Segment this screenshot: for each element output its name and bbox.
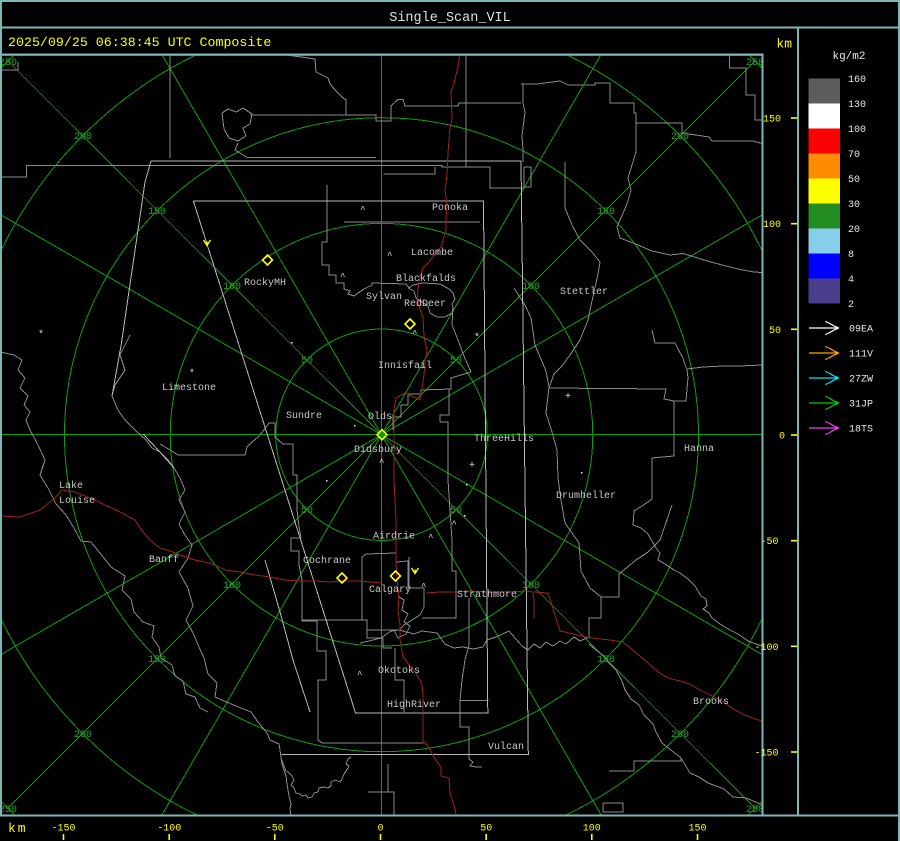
svg-text:Ponoka: Ponoka xyxy=(432,202,468,214)
svg-text:*: * xyxy=(38,329,44,341)
svg-text:kg/m2: kg/m2 xyxy=(832,51,865,63)
svg-text:130: 130 xyxy=(848,100,866,111)
svg-text:*: * xyxy=(474,332,480,344)
svg-text:100: 100 xyxy=(848,125,866,136)
svg-text:Limestone: Limestone xyxy=(162,382,216,394)
svg-text:2: 2 xyxy=(848,300,854,311)
svg-text:18TS: 18TS xyxy=(849,425,873,436)
svg-text:-100: -100 xyxy=(157,824,181,835)
svg-text:Innisfail: Innisfail xyxy=(378,360,432,372)
svg-text:250: 250 xyxy=(746,805,764,816)
svg-text:^: ^ xyxy=(340,272,345,282)
svg-text:-50: -50 xyxy=(760,537,778,548)
svg-text:150: 150 xyxy=(597,655,615,666)
svg-text:50: 50 xyxy=(301,506,313,517)
svg-text:-50: -50 xyxy=(266,824,284,835)
svg-text:200: 200 xyxy=(671,132,689,143)
svg-text:50: 50 xyxy=(450,356,462,367)
svg-text:Sylvan: Sylvan xyxy=(366,291,402,303)
svg-text:Airdrie: Airdrie xyxy=(373,531,415,543)
svg-text:70: 70 xyxy=(848,150,860,161)
svg-text:150: 150 xyxy=(688,824,706,835)
svg-text:Vulcan: Vulcan xyxy=(488,741,524,753)
svg-text:27ZW: 27ZW xyxy=(849,375,873,386)
svg-text:Lake: Lake xyxy=(59,480,83,492)
svg-text:HighRiver: HighRiver xyxy=(387,699,441,711)
svg-text:Okotoks: Okotoks xyxy=(378,665,420,677)
svg-text:Blackfalds: Blackfalds xyxy=(396,273,456,285)
svg-text:Lacombe: Lacombe xyxy=(411,247,453,259)
svg-text:8: 8 xyxy=(848,250,854,261)
svg-text:100: 100 xyxy=(223,282,241,293)
svg-text:Sundre: Sundre xyxy=(286,410,322,422)
svg-text:^: ^ xyxy=(412,329,417,339)
svg-text:ThreeHills: ThreeHills xyxy=(474,433,534,445)
svg-text:200: 200 xyxy=(74,730,92,741)
svg-text:2025/09/25 06:38:45 UTC Compos: 2025/09/25 06:38:45 UTC Composite xyxy=(8,35,271,50)
svg-text:250: 250 xyxy=(746,58,764,69)
svg-text:-150: -150 xyxy=(754,749,778,760)
svg-text:0: 0 xyxy=(779,432,785,443)
svg-text:200: 200 xyxy=(74,132,92,143)
svg-text:^: ^ xyxy=(357,670,362,680)
svg-text:0: 0 xyxy=(377,824,383,835)
svg-text:100: 100 xyxy=(522,581,540,592)
svg-text:km: km xyxy=(776,37,792,52)
svg-text:250: 250 xyxy=(0,58,17,69)
svg-text:111V: 111V xyxy=(849,350,873,361)
svg-text:100: 100 xyxy=(223,581,241,592)
svg-text:160: 160 xyxy=(848,75,866,86)
svg-text:31JP: 31JP xyxy=(849,400,873,411)
svg-text:Drumheller: Drumheller xyxy=(556,490,616,502)
svg-text:RedDeer: RedDeer xyxy=(404,298,446,310)
svg-text:+: + xyxy=(469,461,475,472)
svg-text:Calgary: Calgary xyxy=(369,584,411,596)
svg-text:200: 200 xyxy=(671,730,689,741)
svg-text:150: 150 xyxy=(148,655,166,666)
svg-text:Stettler: Stettler xyxy=(560,286,608,298)
svg-text:km: km xyxy=(8,821,28,836)
svg-text:100: 100 xyxy=(763,220,781,231)
svg-text:4: 4 xyxy=(848,275,854,286)
svg-text:Olds: Olds xyxy=(368,411,392,423)
svg-text:150: 150 xyxy=(148,207,166,218)
svg-text:RockyMH: RockyMH xyxy=(244,277,286,289)
svg-text:20: 20 xyxy=(848,225,860,236)
svg-text:Louise: Louise xyxy=(59,495,95,507)
svg-text:100: 100 xyxy=(583,824,601,835)
svg-text:09EA: 09EA xyxy=(849,325,873,336)
svg-text:Hanna: Hanna xyxy=(684,444,714,455)
svg-text:30: 30 xyxy=(848,200,860,211)
svg-text:Didsbury: Didsbury xyxy=(354,444,402,456)
svg-text:^: ^ xyxy=(452,520,457,530)
svg-text:-100: -100 xyxy=(754,643,778,654)
svg-text:250: 250 xyxy=(0,805,17,816)
svg-text:*: * xyxy=(189,368,195,380)
svg-text:150: 150 xyxy=(763,115,781,126)
svg-text:50: 50 xyxy=(450,506,462,517)
svg-text:50: 50 xyxy=(480,824,492,835)
svg-text:Strathmore: Strathmore xyxy=(457,589,517,601)
svg-text:50: 50 xyxy=(769,326,781,337)
svg-text:50: 50 xyxy=(848,175,860,186)
svg-text:Banff: Banff xyxy=(149,554,179,566)
svg-text:150: 150 xyxy=(597,207,615,218)
svg-text:Brooks: Brooks xyxy=(693,696,729,708)
svg-text:-150: -150 xyxy=(51,824,75,835)
svg-text:Cochrane: Cochrane xyxy=(303,555,351,567)
svg-text:Single_Scan_VIL: Single_Scan_VIL xyxy=(389,11,511,26)
svg-text:^: ^ xyxy=(421,582,426,592)
svg-text:^: ^ xyxy=(387,251,392,261)
svg-text:+: + xyxy=(565,392,571,403)
svg-text:100: 100 xyxy=(522,282,540,293)
svg-text:50: 50 xyxy=(301,356,313,367)
svg-text:^: ^ xyxy=(379,458,384,468)
svg-text:^: ^ xyxy=(360,205,365,215)
svg-text:^: ^ xyxy=(428,533,433,543)
